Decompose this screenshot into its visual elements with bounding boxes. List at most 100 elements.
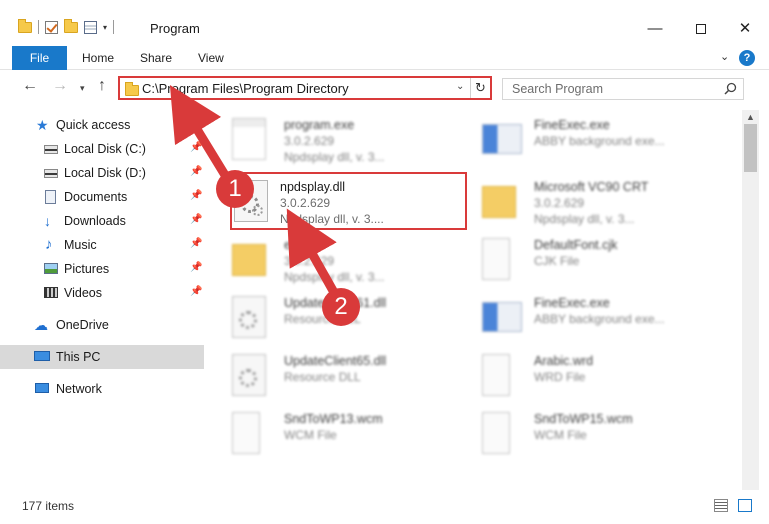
- list-item[interactable]: program.exe 3.0.2.629 Npdsplay dll, v. 3…: [210, 112, 450, 166]
- sidebar-item-local-disk-d[interactable]: Local Disk (D:) 📌: [0, 161, 204, 185]
- tab-view[interactable]: View: [198, 46, 224, 70]
- pin-icon[interactable]: 📌: [190, 262, 202, 273]
- file-description: Npdsplay dll, v. 3...: [284, 150, 385, 164]
- video-icon: [44, 287, 58, 298]
- tab-home[interactable]: Home: [82, 46, 114, 70]
- exe-file-icon: [232, 118, 266, 160]
- music-icon: ♪: [45, 236, 53, 253]
- sidebar-item-videos[interactable]: Videos 📌: [0, 281, 204, 305]
- pictures-icon: [44, 263, 58, 274]
- expand-ribbon-icon[interactable]: ⌄: [720, 50, 729, 63]
- new-folder-icon[interactable]: [64, 18, 78, 33]
- file-name: el: [284, 238, 294, 252]
- minimize-button[interactable]: —: [632, 14, 678, 44]
- dll-file-icon: [232, 354, 266, 396]
- pin-icon[interactable]: 📌: [190, 142, 202, 153]
- sidebar-item-this-pc[interactable]: This PC: [0, 345, 204, 369]
- list-item[interactable]: el 3.0.2.629 Npdsplay dll, v. 3...: [210, 232, 450, 286]
- list-item[interactable]: FineExec.exe ABBY background exe...: [460, 290, 700, 344]
- exe-file-icon: [482, 302, 522, 332]
- list-item[interactable]: FineExec.exe ABBY background exe...: [460, 112, 700, 166]
- step-badge-2: 2: [322, 288, 360, 326]
- file-version: 3.0.2.629: [284, 254, 335, 268]
- list-item[interactable]: Microsoft VC90 CRT 3.0.2.629 Npdsplay dl…: [460, 174, 700, 228]
- help-icon[interactable]: ?: [739, 50, 755, 66]
- document-file-icon: [482, 412, 510, 454]
- sidebar-item-label: Pictures: [64, 262, 110, 276]
- list-item[interactable]: UpdateClient65.dll Resource DLL: [210, 348, 450, 402]
- file-name: FineExec.exe: [534, 296, 610, 310]
- address-bar[interactable]: C:\Program Files\Program Directory ⌄ ↻: [118, 76, 492, 100]
- file-description: Npdsplay dll, v. 3...: [534, 212, 635, 226]
- sidebar-item-network[interactable]: Network: [0, 377, 204, 401]
- sidebar-item-downloads[interactable]: ↓ Downloads 📌: [0, 209, 204, 233]
- gear-icon: [239, 311, 257, 329]
- quick-access-toolbar: ▾: [18, 18, 115, 34]
- file-description: Npdsplay dll, v. 3...: [284, 270, 385, 284]
- list-item[interactable]: Arabic.wrd WRD File: [460, 348, 700, 402]
- sidebar-item-onedrive[interactable]: ☁ OneDrive: [0, 313, 204, 337]
- sidebar-item-label: Downloads: [64, 214, 126, 228]
- vertical-scrollbar[interactable]: ▲: [742, 110, 759, 490]
- large-icons-view-icon[interactable]: [738, 499, 752, 512]
- exe-file-icon: [482, 124, 522, 154]
- pin-icon[interactable]: 📌: [190, 166, 202, 177]
- sidebar-item-quick-access[interactable]: ★ Quick access: [0, 113, 204, 137]
- maximize-icon: [696, 24, 706, 35]
- computer-icon: [34, 351, 50, 361]
- forward-arrow-icon[interactable]: →: [52, 77, 68, 95]
- file-type: WRD File: [534, 370, 586, 384]
- tab-share[interactable]: Share: [140, 46, 172, 70]
- refresh-icon[interactable]: ↻: [470, 78, 490, 98]
- list-item[interactable]: SndToWP15.wcm WCM File: [460, 406, 700, 460]
- details-view-icon[interactable]: [714, 499, 728, 512]
- sidebar-item-label: Videos: [64, 286, 102, 300]
- star-icon: ★: [36, 117, 49, 133]
- file-type: Resource DLL: [284, 370, 361, 384]
- file-list: program.exe 3.0.2.629 Npdsplay dll, v. 3…: [206, 110, 742, 490]
- sidebar-item-local-disk-c[interactable]: Local Disk (C:) 📌: [0, 137, 204, 161]
- pin-icon[interactable]: 📌: [190, 286, 202, 297]
- customize-dropdown-icon[interactable]: ▾: [103, 23, 107, 32]
- file-name: SndToWP15.wcm: [534, 412, 633, 426]
- search-icon[interactable]: [724, 82, 737, 95]
- folder-icon: [482, 186, 516, 218]
- sidebar-item-music[interactable]: ♪ Music 📌: [0, 233, 204, 257]
- properties-icon[interactable]: [84, 20, 97, 34]
- list-item[interactable]: SndToWP13.wcm WCM File: [210, 406, 450, 460]
- file-version: 3.0.2.629: [534, 196, 585, 210]
- document-file-icon: [482, 354, 510, 396]
- maximize-button[interactable]: [678, 14, 724, 44]
- folder-icon: [18, 18, 32, 33]
- ribbon-tabs: File Home Share View ⌄ ?: [0, 46, 769, 70]
- toolbar-separator: [113, 20, 115, 34]
- close-button[interactable]: ✕: [722, 14, 768, 44]
- dll-file-icon: [232, 296, 266, 338]
- highlight-box: [230, 172, 467, 230]
- sidebar-item-pictures[interactable]: Pictures 📌: [0, 257, 204, 281]
- back-arrow-icon[interactable]: ←: [22, 77, 38, 95]
- scroll-up-icon[interactable]: ▲: [746, 112, 755, 122]
- file-name: program.exe: [284, 118, 355, 132]
- recent-locations-icon[interactable]: ▾: [80, 83, 85, 94]
- pin-icon[interactable]: 📌: [190, 190, 202, 201]
- file-name: FineExec.exe: [534, 118, 610, 132]
- sidebar-item-label: Quick access: [56, 118, 131, 132]
- address-path[interactable]: C:\Program Files\Program Directory: [142, 81, 349, 96]
- file-name: Arabic.wrd: [534, 354, 594, 368]
- folder-icon: [125, 82, 139, 96]
- pin-icon[interactable]: 📌: [190, 214, 202, 225]
- sidebar-item-documents[interactable]: Documents 📌: [0, 185, 204, 209]
- file-description: ABBY background exe...: [534, 312, 665, 326]
- sidebar-item-label: Local Disk (D:): [64, 166, 146, 180]
- pin-icon[interactable]: 📌: [190, 238, 202, 249]
- tab-file[interactable]: File: [12, 46, 67, 70]
- navigation-bar: ← → ▾ ↑ C:\Program Files\Program Directo…: [0, 71, 769, 105]
- list-item[interactable]: DefaultFont.cjk CJK File: [460, 232, 700, 286]
- chevron-down-icon[interactable]: ⌄: [456, 81, 464, 92]
- up-arrow-icon[interactable]: ↑: [98, 77, 106, 95]
- properties-check-icon[interactable]: [45, 20, 58, 34]
- scrollbar-thumb[interactable]: [744, 124, 757, 172]
- search-input[interactable]: Search Program: [502, 78, 744, 100]
- sidebar-item-label: This PC: [56, 350, 101, 364]
